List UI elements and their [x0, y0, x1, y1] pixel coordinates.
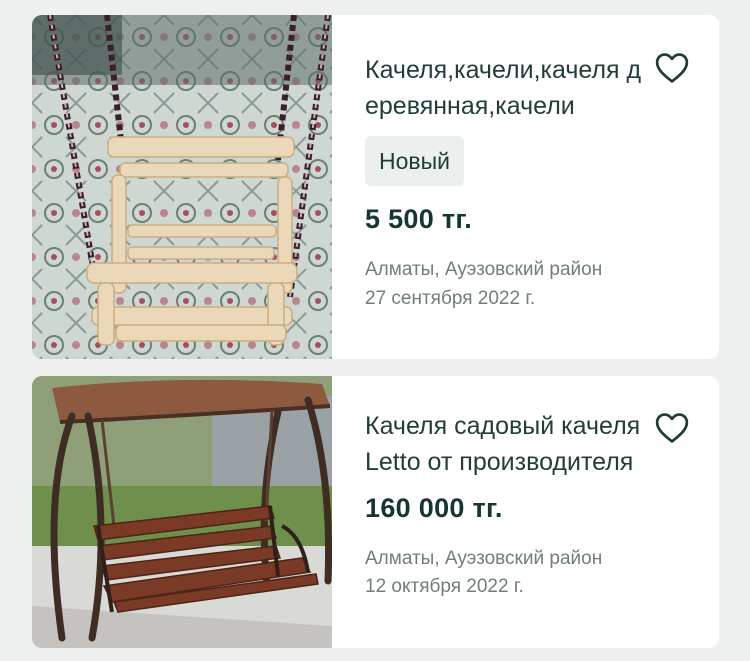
listing-card[interactable]: Качеля,качели,качеля деревянная,качели Н… [32, 15, 719, 359]
listing-price: 5 500 тг. [365, 204, 473, 234]
heart-outline-icon[interactable] [655, 52, 689, 84]
listing-price: 160 000 тг. [365, 493, 503, 523]
listing-date: 27 сентября 2022 г. [365, 288, 536, 309]
listing-date: 12 октября 2022 г. [365, 576, 524, 597]
heart-outline-icon[interactable] [655, 412, 689, 444]
listing-info: Качеля,качели,качеля деревянная,качели Н… [365, 15, 719, 359]
listing-title[interactable]: Качеля,качели,качеля деревянная,качели [365, 52, 645, 124]
listing-card[interactable]: Качеля садовый качеля Letto от производи… [32, 376, 719, 648]
listing-photo-wooden-swing[interactable] [32, 15, 332, 359]
listing-location: Алматы, Ауэзовский район [365, 259, 603, 280]
listing-photo-garden-swing[interactable] [32, 376, 332, 648]
listing-location: Алматы, Ауэзовский район [365, 548, 603, 569]
listing-title[interactable]: Качеля садовый качеля Letto от производи… [365, 408, 645, 480]
listing-feed: Качеля,качели,качеля деревянная,качели Н… [0, 0, 750, 661]
listing-info: Качеля садовый качеля Letto от производи… [365, 376, 719, 648]
condition-badge: Новый [365, 136, 464, 186]
